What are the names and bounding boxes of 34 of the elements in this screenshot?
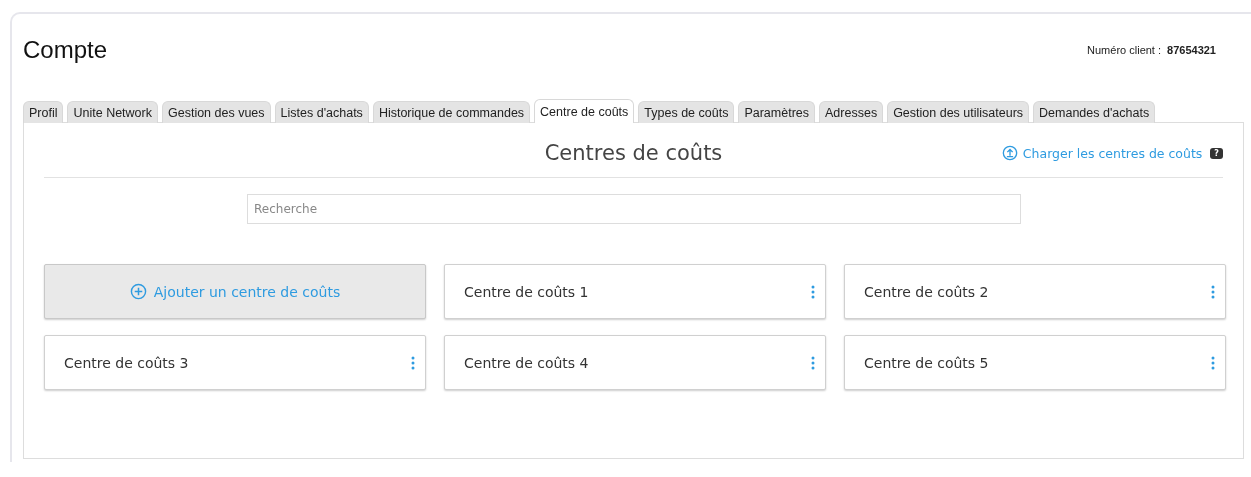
cost-center-card[interactable]: Centre de coûts 4 bbox=[444, 335, 826, 390]
tab[interactable]: Gestion des utilisateurs bbox=[887, 101, 1030, 123]
more-icon[interactable] bbox=[411, 355, 415, 370]
tab[interactable]: Listes d'achats bbox=[274, 101, 369, 123]
section-title: Centres de coûts bbox=[544, 141, 723, 165]
cost-center-card[interactable]: Centre de coûts 3 bbox=[44, 335, 426, 390]
cost-center-card[interactable]: Centre de coûts 2 bbox=[844, 264, 1226, 319]
cost-center-card[interactable]: Centre de coûts 5 bbox=[844, 335, 1226, 390]
tab[interactable]: Profil bbox=[23, 101, 64, 123]
tab[interactable]: Paramètres bbox=[738, 101, 816, 123]
more-icon[interactable] bbox=[811, 355, 815, 370]
search-field[interactable]: Recherche bbox=[247, 194, 1021, 224]
more-icon[interactable] bbox=[1211, 355, 1215, 370]
tab[interactable]: Unite Network bbox=[67, 101, 158, 123]
page-title: Compte bbox=[23, 36, 108, 64]
cost-center-card[interactable]: Centre de coûts 1 bbox=[444, 264, 826, 319]
more-icon[interactable] bbox=[1211, 284, 1215, 299]
cost-center-name: Centre de coûts 1 bbox=[464, 283, 589, 300]
tab[interactable]: Centre de coûts bbox=[534, 99, 635, 123]
tab[interactable]: Types de coûts bbox=[638, 101, 735, 123]
help-badge[interactable]: ? bbox=[1210, 147, 1223, 159]
cost-center-name: Centre de coûts 5 bbox=[864, 354, 989, 371]
cost-center-name: Centre de coûts 3 bbox=[64, 354, 189, 371]
tab[interactable]: Demandes d'achats bbox=[1033, 101, 1156, 123]
upload-icon bbox=[1001, 145, 1018, 161]
client-number: 87654321 bbox=[1167, 44, 1216, 56]
cost-center-name: Centre de coûts 4 bbox=[464, 354, 589, 371]
client-number-label: Numéro client : bbox=[1087, 44, 1162, 56]
more-icon[interactable] bbox=[811, 284, 815, 299]
tab[interactable]: Historique de commandes bbox=[372, 101, 531, 123]
add-icon bbox=[129, 283, 147, 300]
tab[interactable]: Adresses bbox=[819, 101, 884, 123]
tab[interactable]: Gestion des vues bbox=[162, 101, 271, 123]
cost-center-name: Centre de coûts 2 bbox=[864, 283, 989, 300]
